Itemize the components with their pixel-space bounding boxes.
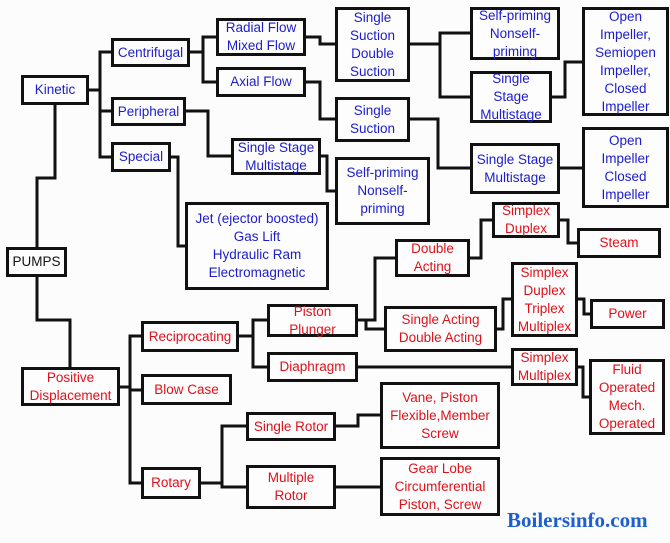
node-simplex-multiplex: Simplex Multiplex	[511, 348, 578, 386]
connector	[201, 35, 216, 84]
node-impeller-semiopen: Open Impeller, Semiopen Impeller, Closed…	[582, 7, 669, 116]
node-single-double-suction: Single Suction Double Suction	[335, 7, 410, 82]
connector	[497, 297, 511, 331]
node-rotary: Rotary	[141, 467, 201, 499]
connector	[560, 218, 577, 245]
connector	[552, 60, 582, 99]
node-single-rotor-types: Vane, Piston Flexible,Member Screw	[380, 382, 500, 449]
node-peripheral: Peripheral	[111, 97, 186, 126]
connector	[98, 50, 111, 159]
connector	[306, 35, 335, 46]
node-simplex-duplex-triplex-multiplex: Simplex Duplex Triplex Multiplex	[511, 262, 578, 337]
node-centrifugal: Centrifugal	[111, 38, 190, 67]
connector	[470, 218, 492, 260]
connector	[438, 31, 470, 99]
watermark-text: Boilersinfo.com	[507, 508, 648, 532]
pump-classification-diagram: PUMPS Kinetic Centrifugal Peripheral Spe…	[0, 0, 670, 543]
connector	[128, 334, 141, 485]
node-single-double-acting: Single Acting Double Acting	[384, 306, 497, 352]
node-stage-centrifugal: Single Stage Multistage	[470, 71, 552, 123]
node-reciprocating: Reciprocating	[141, 321, 239, 352]
node-stage-peripheral: Single Stage Multistage	[231, 138, 321, 175]
node-simplex-duplex: Simplex Duplex	[492, 202, 560, 238]
connector	[35, 105, 57, 247]
node-steam: Steam	[577, 228, 661, 258]
node-power: Power	[590, 299, 665, 329]
node-blow-case: Blow Case	[141, 374, 232, 405]
node-double-acting: Double Acting	[395, 239, 470, 277]
node-priming-peripheral: Self-priming Nonself- priming	[335, 157, 430, 225]
node-axial-flow: Axial Flow	[216, 67, 306, 97]
connector	[321, 154, 335, 193]
node-pumps: PUMPS	[6, 247, 67, 277]
connector	[251, 318, 267, 369]
node-multiple-rotor: Multiple Rotor	[246, 465, 336, 509]
node-kinetic: Kinetic	[21, 75, 89, 105]
node-single-rotor: Single Rotor	[246, 412, 336, 441]
connector	[186, 109, 231, 158]
connector	[336, 413, 380, 428]
connector	[578, 297, 590, 316]
connector	[35, 277, 72, 367]
node-priming-centrifugal: Self-priming Nonself- priming	[470, 7, 560, 60]
node-radial-mixed-flow: Radial Flow Mixed Flow	[216, 18, 306, 56]
node-fluid-mech-operated: Fluid Operated Mech. Operated	[589, 359, 665, 435]
node-diaphragm: Diaphragm	[267, 352, 358, 382]
node-impeller-open-closed: Open Impeller Closed Impeller	[582, 127, 669, 208]
node-special-types: Jet (ejector boosted) Gas Lift Hydraulic…	[185, 202, 329, 290]
node-piston-plunger: Piston Plunger	[267, 304, 358, 337]
node-stage-axial: Single Stage Multistage	[470, 143, 560, 194]
connector	[171, 155, 185, 248]
node-multiple-rotor-types: Gear Lobe Circumferential Piston, Screw	[380, 457, 500, 516]
connector	[578, 365, 589, 399]
node-single-suction: Single Suction	[335, 97, 410, 142]
node-special: Special	[111, 142, 171, 172]
node-positive-displacement: Positive Displacement	[21, 367, 120, 406]
connector	[306, 80, 335, 121]
connector	[220, 424, 246, 489]
